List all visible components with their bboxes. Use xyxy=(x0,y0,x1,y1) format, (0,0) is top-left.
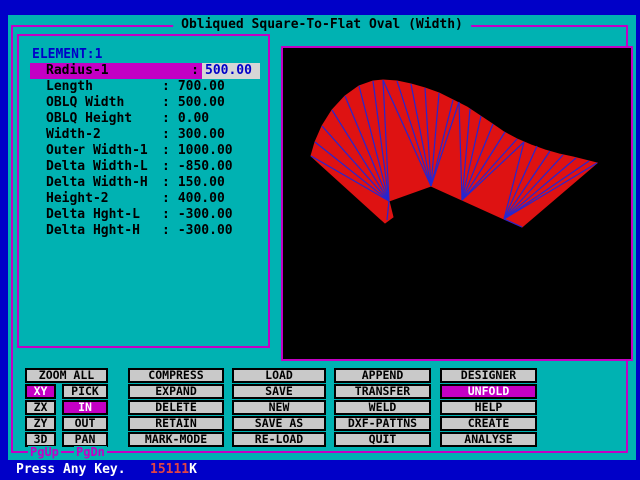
button-designer[interactable]: DESIGNER xyxy=(440,368,537,383)
button-compress[interactable]: COMPRESS xyxy=(128,368,224,383)
parameter-value: 0.00 xyxy=(177,111,210,126)
parameter-label: Radius-1 xyxy=(46,63,109,78)
parameter-separator: : xyxy=(162,79,170,94)
button-xy[interactable]: XY xyxy=(25,384,56,399)
parameter-value: 400.00 xyxy=(177,191,225,206)
button-analyse[interactable]: ANALYSE xyxy=(440,432,537,447)
element-label: ELEMENT:1 xyxy=(32,47,103,62)
button-retain[interactable]: RETAIN xyxy=(128,416,224,431)
button-append[interactable]: APPEND xyxy=(334,368,431,383)
button-help[interactable]: HELP xyxy=(440,400,537,415)
parameter-separator: : xyxy=(162,159,170,174)
parameter-row-height-2[interactable]: Height-2:400.00 xyxy=(19,191,268,207)
parameter-row-oblq-height[interactable]: OBLQ Height:0.00 xyxy=(19,111,268,127)
parameter-separator: : xyxy=(162,191,170,206)
parameter-separator: : xyxy=(162,111,170,126)
button-dxf-pattns[interactable]: DXF-PATTNS xyxy=(334,416,431,431)
wireframe-viewport[interactable] xyxy=(281,46,633,361)
button-transfer[interactable]: TRANSFER xyxy=(334,384,431,399)
parameter-separator: : xyxy=(162,207,170,222)
button-pick[interactable]: PICK xyxy=(62,384,108,399)
parameter-label: OBLQ Height xyxy=(46,111,133,126)
parameter-label: Width-2 xyxy=(46,127,101,142)
parameter-row-length[interactable]: Length:700.00 xyxy=(19,79,268,95)
button-quit[interactable]: QUIT xyxy=(334,432,431,447)
parameter-label: Delta Width-H xyxy=(46,175,148,190)
parameter-value: 1000.00 xyxy=(177,143,233,158)
button-new[interactable]: NEW xyxy=(232,400,326,415)
button-zoom-all[interactable]: ZOOM ALL xyxy=(25,368,108,383)
parameter-separator: : xyxy=(162,223,170,238)
parameter-separator: : xyxy=(162,175,170,190)
button-mark-mode[interactable]: MARK-MODE xyxy=(128,432,224,447)
parameter-value: 300.00 xyxy=(177,127,225,142)
parameter-separator: : xyxy=(162,127,170,142)
status-bar: Press Any Key. 15111K xyxy=(0,460,640,480)
parameter-label: Delta Hght-H xyxy=(46,223,140,238)
button-load[interactable]: LOAD xyxy=(232,368,326,383)
parameter-label: Outer Width-1 xyxy=(46,143,148,158)
parameter-row-delta-hght-l[interactable]: Delta Hght-L: -300.00 xyxy=(19,207,268,223)
button-zx[interactable]: ZX xyxy=(25,400,56,415)
pgdn-hint: PgDn xyxy=(74,445,107,459)
parameter-label: OBLQ Width xyxy=(46,95,125,110)
memory-value: 15111 xyxy=(150,462,190,477)
parameter-row-outer-width-1[interactable]: Outer Width-1:1000.00 xyxy=(19,143,268,159)
parameter-label: Delta Hght-L xyxy=(46,207,140,222)
parameter-panel: ELEMENT:1 Radius-1: 500.00 Length:700.00… xyxy=(17,34,270,348)
selected-row-highlight: Radius-1: xyxy=(30,63,202,79)
parameter-row-width-2[interactable]: Width-2:300.00 xyxy=(19,127,268,143)
button-save-as[interactable]: SAVE AS xyxy=(232,416,326,431)
application-screen: Obliqued Square-To-Flat Oval (Width) ELE… xyxy=(0,0,640,480)
parameter-separator: : xyxy=(162,95,170,110)
button-save[interactable]: SAVE xyxy=(232,384,326,399)
parameter-value: -300.00 xyxy=(177,223,233,238)
button-expand[interactable]: EXPAND xyxy=(128,384,224,399)
button-in[interactable]: IN xyxy=(62,400,108,415)
button-create[interactable]: CREATE xyxy=(440,416,537,431)
unfold-wireframe-drawing xyxy=(310,79,599,228)
button-re-load[interactable]: RE-LOAD xyxy=(232,432,326,447)
parameter-separator: : xyxy=(162,143,170,158)
parameter-value: -850.00 xyxy=(177,159,233,174)
parameter-value: 150.00 xyxy=(177,175,225,190)
parameter-row-radius-1[interactable]: Radius-1: 500.00 xyxy=(19,63,268,79)
parameter-label: Height-2 xyxy=(46,191,109,206)
button-zy[interactable]: ZY xyxy=(25,416,56,431)
parameter-value: -300.00 xyxy=(177,207,233,222)
memory-unit: K xyxy=(189,462,197,477)
parameter-label: Delta Width-L xyxy=(46,159,148,174)
window-title: Obliqued Square-To-Flat Oval (Width) xyxy=(173,17,471,32)
parameter-value-field[interactable]: 500.00 xyxy=(202,63,260,79)
parameter-label: Length xyxy=(46,79,93,94)
status-message: Press Any Key. xyxy=(16,462,126,477)
button-delete[interactable]: DELETE xyxy=(128,400,224,415)
parameter-row-delta-width-l[interactable]: Delta Width-L: -850.00 xyxy=(19,159,268,175)
parameter-row-oblq-width[interactable]: OBLQ Width:500.00 xyxy=(19,95,268,111)
button-unfold[interactable]: UNFOLD xyxy=(440,384,537,399)
parameter-row-delta-width-h[interactable]: Delta Width-H:150.00 xyxy=(19,175,268,191)
button-out[interactable]: OUT xyxy=(62,416,108,431)
parameter-separator: : xyxy=(191,63,199,78)
pgup-hint: PgUp xyxy=(28,445,61,459)
parameter-value: 500.00 xyxy=(177,95,225,110)
button-weld[interactable]: WELD xyxy=(334,400,431,415)
parameter-row-delta-hght-h[interactable]: Delta Hght-H: -300.00 xyxy=(19,223,268,239)
memory-indicator: 15111K xyxy=(150,460,197,480)
parameter-value: 700.00 xyxy=(177,79,225,94)
